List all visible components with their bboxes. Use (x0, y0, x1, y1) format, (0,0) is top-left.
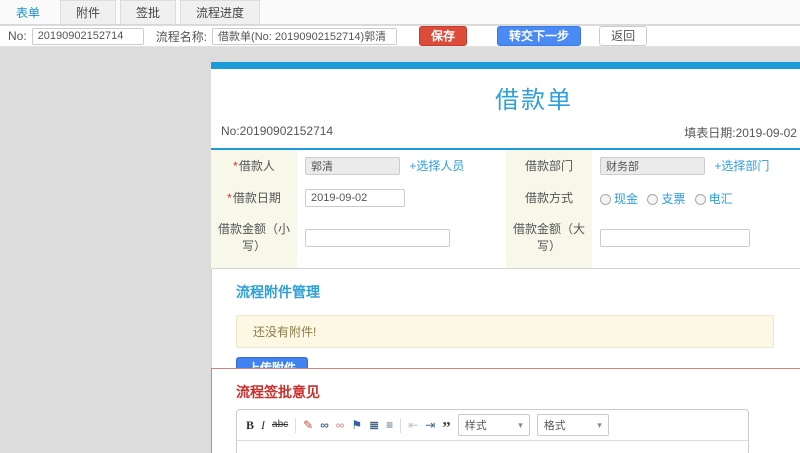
process-name-label: 流程名称: (155, 29, 208, 44)
no-label: No: (8, 29, 27, 43)
chevron-down-icon: ▾ (518, 419, 523, 430)
radio-cheque[interactable]: 支票 (647, 192, 688, 206)
table-row: 借款金额（小写） 借款金额（大写） (211, 214, 800, 262)
loan-form-panel: 借款单 No:20190902152714 填表日期:2019-09-02 15… (211, 62, 800, 297)
tab-process-progress[interactable]: 流程进度 (180, 0, 261, 24)
unordered-list-icon[interactable]: ≡ (386, 418, 393, 432)
rich-text-editor: B I abc ✎ ∞ ∞ ⚑ ≣ ≡ ⇤ ⇥ ” 样式 ▾ 格式 ▾ (236, 409, 749, 453)
anchor-flag-icon[interactable]: ⚑ (351, 418, 362, 432)
attachments-heading: 流程附件管理 (236, 284, 320, 300)
department-input[interactable] (600, 157, 705, 175)
process-name-input[interactable] (212, 27, 398, 45)
radio-wire-transfer[interactable]: 电汇 (694, 192, 733, 206)
tab-attachments[interactable]: 附件 (60, 0, 117, 24)
toolbar-separator (400, 417, 402, 433)
borrow-date-input[interactable] (305, 189, 405, 207)
indent-icon[interactable]: ⇥ (425, 418, 435, 432)
save-button[interactable]: 保存 (419, 26, 468, 46)
select-person-link[interactable]: +选择人员 (409, 159, 464, 173)
panel-top-bar (211, 62, 800, 69)
radio-icon[interactable] (647, 193, 659, 205)
borrow-date-label-cell: *借款日期 (211, 182, 297, 214)
table-row: *借款人 +选择人员 借款部门 +选择部门 (211, 150, 800, 182)
format-dropdown-label: 格式 (543, 420, 566, 432)
table-row: *借款日期 借款方式 现金 支票 电汇 (211, 182, 800, 214)
tab-bar: 表单 附件 签批 流程进度 (0, 0, 800, 25)
link-icon[interactable]: ∞ (320, 418, 329, 432)
remove-format-icon[interactable]: ✎ (303, 418, 313, 432)
borrower-input[interactable] (305, 157, 400, 175)
styles-dropdown-label: 样式 (464, 420, 487, 432)
unlink-icon[interactable]: ∞ (336, 418, 345, 432)
bold-icon[interactable]: B (246, 418, 254, 432)
tab-approval[interactable]: 签批 (120, 0, 177, 24)
radio-icon[interactable] (600, 193, 611, 205)
select-department-link[interactable]: +选择部门 (714, 159, 769, 173)
ordered-list-icon[interactable]: ≣ (369, 418, 379, 432)
fill-date: 填表日期:2019-09-02 15:27:14 (684, 126, 800, 140)
form-title: 借款单 (495, 87, 573, 114)
radio-cash[interactable]: 现金 (600, 192, 641, 206)
radio-icon[interactable] (694, 193, 706, 205)
doc-number: No:20190902152714 (221, 124, 334, 138)
form-meta-row: No:20190902152714 填表日期:2019-09-02 15:27:… (211, 124, 800, 148)
editor-toolbar: B I abc ✎ ∞ ∞ ⚑ ≣ ≡ ⇤ ⇥ ” 样式 ▾ 格式 ▾ (237, 410, 748, 441)
borrower-label-cell: *借款人 (211, 150, 297, 182)
toolbar-separator (295, 417, 297, 433)
amount-upper-input[interactable] (600, 229, 750, 247)
no-attachments-alert: 还没有附件! (236, 315, 774, 348)
no-input[interactable] (31, 27, 144, 45)
strikethrough-icon[interactable]: abc (272, 418, 288, 432)
approval-heading: 流程签批意见 (236, 384, 320, 400)
method-label-cell: 借款方式 (506, 182, 592, 214)
blockquote-icon[interactable]: ” (442, 419, 451, 436)
forward-next-step-button[interactable]: 转交下一步 (497, 26, 582, 46)
required-mark: * (227, 190, 232, 205)
italic-icon[interactable]: I (261, 418, 265, 432)
amount-upper-label-cell: 借款金额（大写） (506, 214, 592, 262)
back-button[interactable]: 返回 (599, 26, 648, 46)
amount-lower-label-cell: 借款金额（小写） (211, 214, 297, 262)
styles-dropdown[interactable]: 样式 ▾ (457, 414, 530, 436)
format-dropdown[interactable]: 格式 ▾ (536, 414, 609, 436)
approval-panel: 流程签批意见 B I abc ✎ ∞ ∞ ⚑ ≣ ≡ ⇤ ⇥ ” 样式 ▾ 格式… (211, 368, 800, 453)
chevron-down-icon: ▾ (597, 419, 602, 430)
tab-form[interactable]: 表单 (0, 0, 57, 24)
outdent-icon[interactable]: ⇤ (408, 418, 418, 432)
department-label-cell: 借款部门 (506, 150, 592, 182)
toolbar: No: 流程名称: 保存 转交下一步 返回 (0, 26, 800, 47)
amount-lower-input[interactable] (305, 229, 450, 247)
required-mark: * (233, 158, 238, 173)
editor-content-area[interactable] (237, 441, 748, 453)
